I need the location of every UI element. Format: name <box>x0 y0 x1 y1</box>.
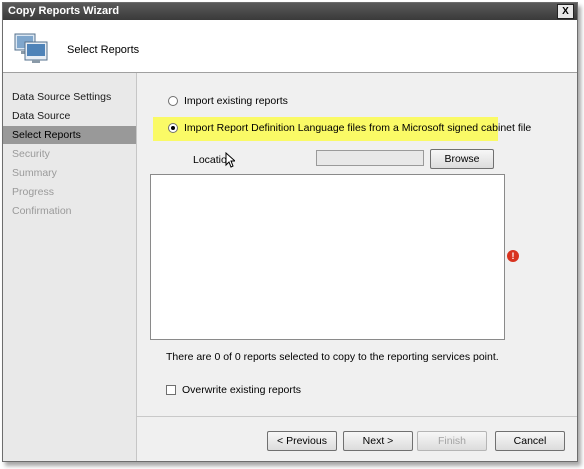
location-input[interactable] <box>316 150 424 166</box>
wizard-header: Select Reports <box>3 20 577 73</box>
option-import-existing-label: Import existing reports <box>184 95 288 107</box>
wizard-window: Copy Reports Wizard X Select Reports Dat… <box>2 2 578 462</box>
step-select-reports[interactable]: Select Reports <box>3 126 136 144</box>
window-title: Copy Reports Wizard <box>8 5 120 17</box>
option-import-rdl-label: Import Report Definition Language files … <box>184 122 532 134</box>
step-summary: Summary <box>12 167 57 179</box>
reports-list[interactable] <box>150 174 505 340</box>
radio-import-existing[interactable] <box>168 96 178 106</box>
overwrite-checkbox[interactable] <box>166 385 176 395</box>
overwrite-label: Overwrite existing reports <box>182 384 302 396</box>
previous-button[interactable]: < Previous <box>267 431 337 451</box>
wizard-steps: Data Source Settings Data Source Authent… <box>3 73 137 461</box>
selection-status: There are 0 of 0 reports selected to cop… <box>166 351 499 363</box>
wizard-content: Import existing reports Import Report De… <box>137 73 577 461</box>
close-button[interactable]: X <box>557 4 574 19</box>
cancel-button[interactable]: Cancel <box>495 431 565 451</box>
mouse-cursor-icon <box>225 152 235 168</box>
error-icon: ! <box>507 250 519 262</box>
step-confirmation: Confirmation <box>12 205 72 217</box>
step-data-source-authentication[interactable]: Data Source Authentication <box>3 107 136 140</box>
step-progress: Progress <box>12 186 55 198</box>
page-title: Select Reports <box>67 44 140 56</box>
next-button[interactable]: Next > <box>343 431 413 451</box>
option-import-rdl[interactable]: Import Report Definition Language files … <box>168 122 531 134</box>
option-import-existing[interactable]: Import existing reports <box>168 95 288 107</box>
title-bar[interactable]: Copy Reports Wizard X <box>3 3 577 20</box>
overwrite-option[interactable]: Overwrite existing reports <box>166 384 301 396</box>
footer-divider <box>137 416 577 417</box>
computer-icon <box>14 33 48 63</box>
browse-button[interactable]: Browse <box>430 149 494 169</box>
step-security: Security <box>12 148 50 160</box>
step-data-source-settings[interactable]: Data Source Settings <box>3 88 136 106</box>
radio-import-rdl[interactable] <box>168 123 178 133</box>
radio-selected-dot <box>171 126 175 130</box>
finish-button: Finish <box>417 431 487 451</box>
